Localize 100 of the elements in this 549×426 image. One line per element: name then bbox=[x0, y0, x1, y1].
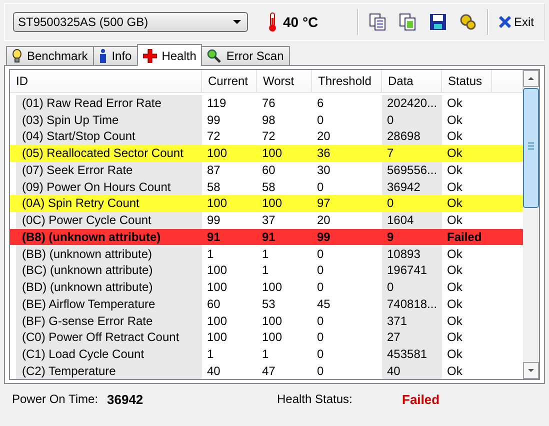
table-cell: 40 bbox=[382, 362, 442, 380]
table-cell-text: 100 bbox=[206, 195, 228, 212]
table-cell-text: 0 bbox=[316, 178, 325, 196]
table-cell-text: Ok bbox=[446, 246, 464, 262]
magnifier-icon bbox=[207, 49, 222, 63]
table-cell-text: 91 bbox=[206, 228, 222, 246]
table-cell: (C1) Load Cycle Count bbox=[16, 346, 202, 362]
table-cell: 36942 bbox=[382, 178, 442, 196]
table-cell: (BE) Airflow Temperature bbox=[16, 295, 202, 312]
table-cell-text: 60 bbox=[261, 162, 276, 178]
table-cell-text: 0 bbox=[316, 312, 325, 329]
table-cell-text: 119 bbox=[206, 95, 228, 112]
tab[interactable]: Benchmark bbox=[6, 46, 94, 65]
table-cell: (BD) (unknown attribute) bbox=[16, 278, 202, 296]
lightbulb-icon bbox=[12, 49, 22, 63]
temperature-value: 40 °C bbox=[283, 14, 318, 30]
table-cell-text: (B8) (unknown attribute) bbox=[21, 228, 162, 246]
tab[interactable]: Health bbox=[136, 44, 202, 66]
health-status-value: Failed bbox=[402, 392, 440, 406]
scroll-down-button[interactable] bbox=[523, 362, 539, 379]
table-cell-text: Ok bbox=[446, 128, 464, 145]
table-cell-text: 6 bbox=[316, 95, 325, 112]
table-cell-text: Ok bbox=[446, 262, 464, 279]
table-cell: 10893 bbox=[382, 245, 442, 262]
table-cell-text: 100 bbox=[261, 145, 284, 162]
table-cell: (BF) G-sense Error Rate bbox=[16, 312, 202, 329]
dropdown-caret-icon bbox=[233, 20, 241, 24]
table-cell: (BC) (unknown attribute) bbox=[16, 262, 202, 279]
tab[interactable]: Error Scan bbox=[201, 46, 290, 65]
table-cell-text: 76 bbox=[261, 95, 276, 112]
scroll-up-button[interactable] bbox=[523, 70, 539, 87]
table-cell-text: 99 bbox=[206, 112, 222, 128]
power-on-value: 36942 bbox=[107, 392, 144, 406]
table-cell-text: Ok bbox=[446, 296, 464, 312]
table-cell-text: Ok bbox=[446, 346, 464, 362]
table-cell-text: (0A) Spin Retry Count bbox=[21, 195, 140, 212]
table-cell-text: 45 bbox=[316, 296, 332, 312]
thermometer-icon bbox=[268, 12, 277, 32]
column-header[interactable]: Status bbox=[442, 70, 492, 92]
column-header[interactable]: Current bbox=[202, 70, 257, 92]
table-cell: (04) Start/Stop Count bbox=[16, 128, 202, 145]
table-cell: 0 bbox=[382, 278, 442, 296]
scroll-thumb[interactable] bbox=[523, 88, 539, 208]
table-cell: 202420... bbox=[382, 94, 442, 112]
table-cell-text: 100 bbox=[206, 312, 228, 329]
health-status-label: Health Status: bbox=[277, 392, 354, 406]
table-cell-text: (05) Reallocated Sector Count bbox=[21, 145, 184, 162]
table-cell-text: 0 bbox=[386, 195, 395, 212]
column-header[interactable]: Worst bbox=[257, 70, 312, 92]
table-cell-text: Ok bbox=[446, 178, 464, 196]
table-cell: (C0) Power Off Retract Count bbox=[16, 328, 202, 346]
table-cell: 28698 bbox=[382, 128, 442, 145]
table-cell-text: 0 bbox=[316, 246, 325, 262]
table-cell: (07) Seek Error Rate bbox=[16, 162, 202, 178]
table-cell-text: 98 bbox=[261, 112, 276, 128]
table-cell-text: 0 bbox=[316, 362, 325, 380]
table-cell-text: 58 bbox=[261, 178, 276, 196]
table-cell-text: 100 bbox=[261, 195, 284, 212]
table-cell-text: 1 bbox=[261, 246, 270, 262]
table-cell-text: Failed bbox=[446, 228, 483, 246]
table-cell-text: 0 bbox=[316, 329, 325, 346]
table-cell: 371 bbox=[382, 312, 442, 329]
table-cell-text: 72 bbox=[261, 128, 276, 145]
table-cell: 740818... bbox=[382, 295, 442, 312]
tab[interactable]: Info bbox=[92, 46, 138, 65]
table-cell-text: 0 bbox=[316, 279, 325, 296]
table-cell: (03) Spin Up Time bbox=[16, 111, 202, 128]
table-cell-text: 40 bbox=[206, 362, 222, 380]
table-cell: 1604 bbox=[382, 212, 442, 229]
table-cell-text: 20 bbox=[316, 212, 332, 229]
table-cell-text: Ok bbox=[446, 362, 464, 380]
table-cell: 196741 bbox=[382, 262, 442, 279]
exit-button[interactable]: Exit bbox=[496, 13, 536, 31]
table-cell-text: 20 bbox=[316, 128, 332, 145]
table-cell-text: 1 bbox=[206, 246, 215, 262]
table-cell-text: Ok bbox=[446, 112, 464, 128]
table-cell-text: 100 bbox=[206, 262, 228, 279]
close-icon bbox=[498, 16, 511, 28]
table-cell-text: Ok bbox=[446, 329, 464, 346]
table-cell: 453581 bbox=[382, 346, 442, 362]
table-cell-text: Ok bbox=[446, 312, 464, 329]
table-cell-text: 47 bbox=[261, 362, 276, 380]
table-cell: 569556... bbox=[382, 162, 442, 178]
table-cell-text: 60 bbox=[206, 296, 222, 312]
column-header[interactable]: ID bbox=[10, 70, 202, 92]
table-cell: (0C) Power Cycle Count bbox=[16, 212, 202, 229]
column-header[interactable]: Threshold bbox=[312, 70, 382, 92]
table-cell-text: 0 bbox=[316, 346, 325, 362]
table-cell-text: Ok bbox=[446, 95, 464, 112]
table-cell: 0 bbox=[382, 111, 442, 128]
table-cell-text: 30 bbox=[316, 162, 332, 178]
info-icon bbox=[98, 49, 107, 63]
column-header[interactable]: Data bbox=[382, 70, 442, 92]
table-cell-text: 100 bbox=[261, 279, 284, 296]
table-cell-text: 100 bbox=[206, 279, 228, 296]
drive-dropdown[interactable]: ST9500325AS (500 GB) bbox=[13, 12, 248, 32]
table-cell-text: 0 bbox=[316, 112, 325, 128]
table-cell: (09) Power On Hours Count bbox=[16, 178, 202, 196]
table-cell-text: 0 bbox=[316, 262, 325, 279]
table-cell-text: 1 bbox=[261, 346, 270, 362]
